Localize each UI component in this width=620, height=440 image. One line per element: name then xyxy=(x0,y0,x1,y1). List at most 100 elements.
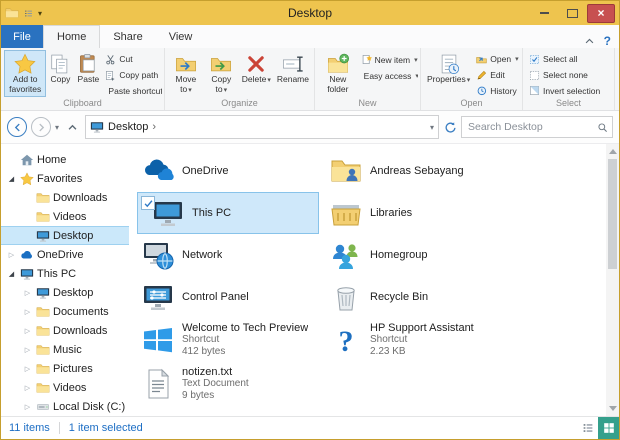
new-folder-button[interactable]: New folder xyxy=(318,50,358,97)
edit-button[interactable]: Edit xyxy=(476,69,518,82)
open-icon xyxy=(476,54,487,65)
invert-selection-button[interactable]: Invert selection xyxy=(529,84,600,97)
file-item-network[interactable]: Network xyxy=(137,234,319,276)
recent-locations-dropdown-icon[interactable]: ▾ xyxy=(55,123,59,132)
breadcrumb-chevron-icon[interactable]: › xyxy=(152,121,156,133)
breadcrumb-desktop[interactable]: Desktop xyxy=(108,121,148,133)
back-button[interactable] xyxy=(7,117,27,137)
ribbon-group-clipboard: Add to favorites Copy Paste Cut Copy pat… xyxy=(1,48,165,110)
up-button[interactable] xyxy=(63,118,81,136)
expander-collapsed-icon[interactable]: ▷ xyxy=(22,403,33,411)
scroll-down-icon[interactable] xyxy=(608,406,617,411)
sidebar-item-this-pc[interactable]: ◢ This PC xyxy=(1,264,129,283)
copy-icon xyxy=(49,53,71,75)
maximize-button[interactable] xyxy=(559,5,585,22)
file-item-andreas-sebayang[interactable]: Andreas Sebayang xyxy=(325,150,501,192)
ribbon-group-open: Properties▾ Open ▾ Edit History Open xyxy=(421,48,523,110)
select-all-button[interactable]: Select all xyxy=(529,53,600,66)
file-item-this-pc-selected[interactable]: This PC xyxy=(137,192,319,234)
tab-home[interactable]: Home xyxy=(43,25,101,48)
details-view-button[interactable] xyxy=(577,417,598,439)
move-to-button[interactable]: Move to▾ xyxy=(168,50,204,97)
expander-collapsed-icon[interactable]: ▷ xyxy=(22,346,33,354)
sidebar-item-pc-music[interactable]: ▷ Music xyxy=(1,340,129,359)
group-label-clipboard: Clipboard xyxy=(63,98,102,108)
sidebar-item-pc-downloads[interactable]: ▷ Downloads xyxy=(1,321,129,340)
expander-collapsed-icon[interactable]: ▷ xyxy=(6,251,17,259)
tab-share[interactable]: Share xyxy=(100,26,155,48)
star-icon xyxy=(14,53,36,75)
file-item-onedrive[interactable]: OneDrive xyxy=(137,150,319,192)
address-dropdown-icon[interactable]: ▾ xyxy=(430,123,434,132)
file-item-hp-support-assistant[interactable]: HP Support Assistant Shortcut 2.23 KB xyxy=(325,318,501,362)
expander-collapsed-icon[interactable]: ▷ xyxy=(22,365,33,373)
sidebar-item-desktop-selected[interactable]: Desktop xyxy=(1,226,129,245)
paste-shortcut-button[interactable]: Paste shortcut xyxy=(105,84,162,97)
vertical-scrollbar[interactable] xyxy=(606,144,619,416)
file-item-libraries[interactable]: Libraries xyxy=(325,192,501,234)
minimize-button[interactable] xyxy=(531,5,557,22)
select-none-button[interactable]: Select none xyxy=(529,69,600,82)
sidebar-item-onedrive[interactable]: ▷ OneDrive xyxy=(1,245,129,264)
text-file-icon xyxy=(142,368,174,400)
titlebar: ▾ Desktop × xyxy=(1,1,619,25)
file-item-control-panel[interactable]: Control Panel xyxy=(137,276,319,318)
large-icons-view-button[interactable] xyxy=(598,417,619,439)
sidebar-item-pc-documents[interactable]: ▷ Documents xyxy=(1,302,129,321)
item-checkbox[interactable] xyxy=(141,196,155,210)
file-item-welcome-to-tech-preview[interactable]: Welcome to Tech Preview Shortcut 412 byt… xyxy=(137,318,319,362)
ribbon-group-new: New folder New item ▾ Easy access ▾ New xyxy=(315,48,421,110)
address-toolbar: ▾ Desktop › ▾ xyxy=(1,111,619,144)
scrollbar-thumb[interactable] xyxy=(608,159,617,269)
sidebar-item-pc-desktop[interactable]: ▷ Desktop xyxy=(1,283,129,302)
history-button[interactable]: History xyxy=(476,84,518,97)
easy-access-button[interactable]: Easy access ▾ xyxy=(361,69,418,82)
file-item-notizen-txt[interactable]: notizen.txt Text Document 9 bytes xyxy=(137,362,319,406)
group-label-organize: Organize xyxy=(221,98,258,108)
copy-path-button[interactable]: Copy path xyxy=(105,69,162,82)
delete-button[interactable]: Delete▾ xyxy=(239,50,274,97)
expander-collapsed-icon[interactable]: ▷ xyxy=(22,308,33,316)
collapse-ribbon-icon[interactable] xyxy=(584,36,595,47)
search-icon[interactable] xyxy=(597,122,608,133)
add-to-favorites-button[interactable]: Add to favorites xyxy=(4,50,47,97)
forward-button[interactable] xyxy=(31,117,51,137)
control-panel-icon xyxy=(142,281,174,313)
sidebar-item-local-disk-c[interactable]: ▷ Local Disk (C:) xyxy=(1,397,129,416)
refresh-icon[interactable] xyxy=(443,120,457,134)
new-item-button[interactable]: New item ▾ xyxy=(361,53,418,66)
open-button[interactable]: Open ▾ xyxy=(476,53,519,66)
sidebar-item-videos[interactable]: Videos xyxy=(1,207,129,226)
help-icon[interactable]: ? xyxy=(604,34,611,48)
tab-view[interactable]: View xyxy=(156,26,206,48)
expander-collapsed-icon[interactable]: ▷ xyxy=(22,327,33,335)
navigation-pane: Home ◢ Favorites Downloads Videos Deskto… xyxy=(1,144,129,416)
file-tab[interactable]: File xyxy=(1,25,43,48)
sidebar-item-pc-videos[interactable]: ▷ Videos xyxy=(1,378,129,397)
file-item-homegroup[interactable]: Homegroup xyxy=(325,234,501,276)
search-box[interactable] xyxy=(461,116,613,138)
sidebar-item-favorites[interactable]: ◢ Favorites xyxy=(1,169,129,188)
scroll-up-icon[interactable] xyxy=(608,149,617,154)
qat-dropdown-icon[interactable]: ▾ xyxy=(38,9,42,18)
titlebar-left: ▾ xyxy=(5,6,125,20)
expander-expanded-icon[interactable]: ◢ xyxy=(6,175,17,183)
qat-customize-icon[interactable] xyxy=(23,8,34,19)
rename-button[interactable]: Rename xyxy=(274,50,312,97)
search-input[interactable] xyxy=(466,120,597,134)
close-button[interactable]: × xyxy=(587,3,615,23)
address-bar[interactable]: Desktop › ▾ xyxy=(85,115,439,139)
cut-button[interactable]: Cut xyxy=(105,53,162,66)
sidebar-item-home[interactable]: Home xyxy=(1,150,129,169)
expander-expanded-icon[interactable]: ◢ xyxy=(6,270,17,278)
expander-collapsed-icon[interactable]: ▷ xyxy=(22,289,33,297)
copy-to-button[interactable]: Copy to▾ xyxy=(204,50,239,97)
libraries-icon xyxy=(330,197,362,229)
paste-button[interactable]: Paste xyxy=(74,50,102,97)
sidebar-item-pc-pictures[interactable]: ▷ Pictures xyxy=(1,359,129,378)
properties-button[interactable]: Properties▾ xyxy=(424,50,473,97)
expander-collapsed-icon[interactable]: ▷ xyxy=(22,384,33,392)
sidebar-item-downloads[interactable]: Downloads xyxy=(1,188,129,207)
copy-button[interactable]: Copy xyxy=(46,50,74,97)
file-item-recycle-bin[interactable]: Recycle Bin xyxy=(325,276,501,318)
